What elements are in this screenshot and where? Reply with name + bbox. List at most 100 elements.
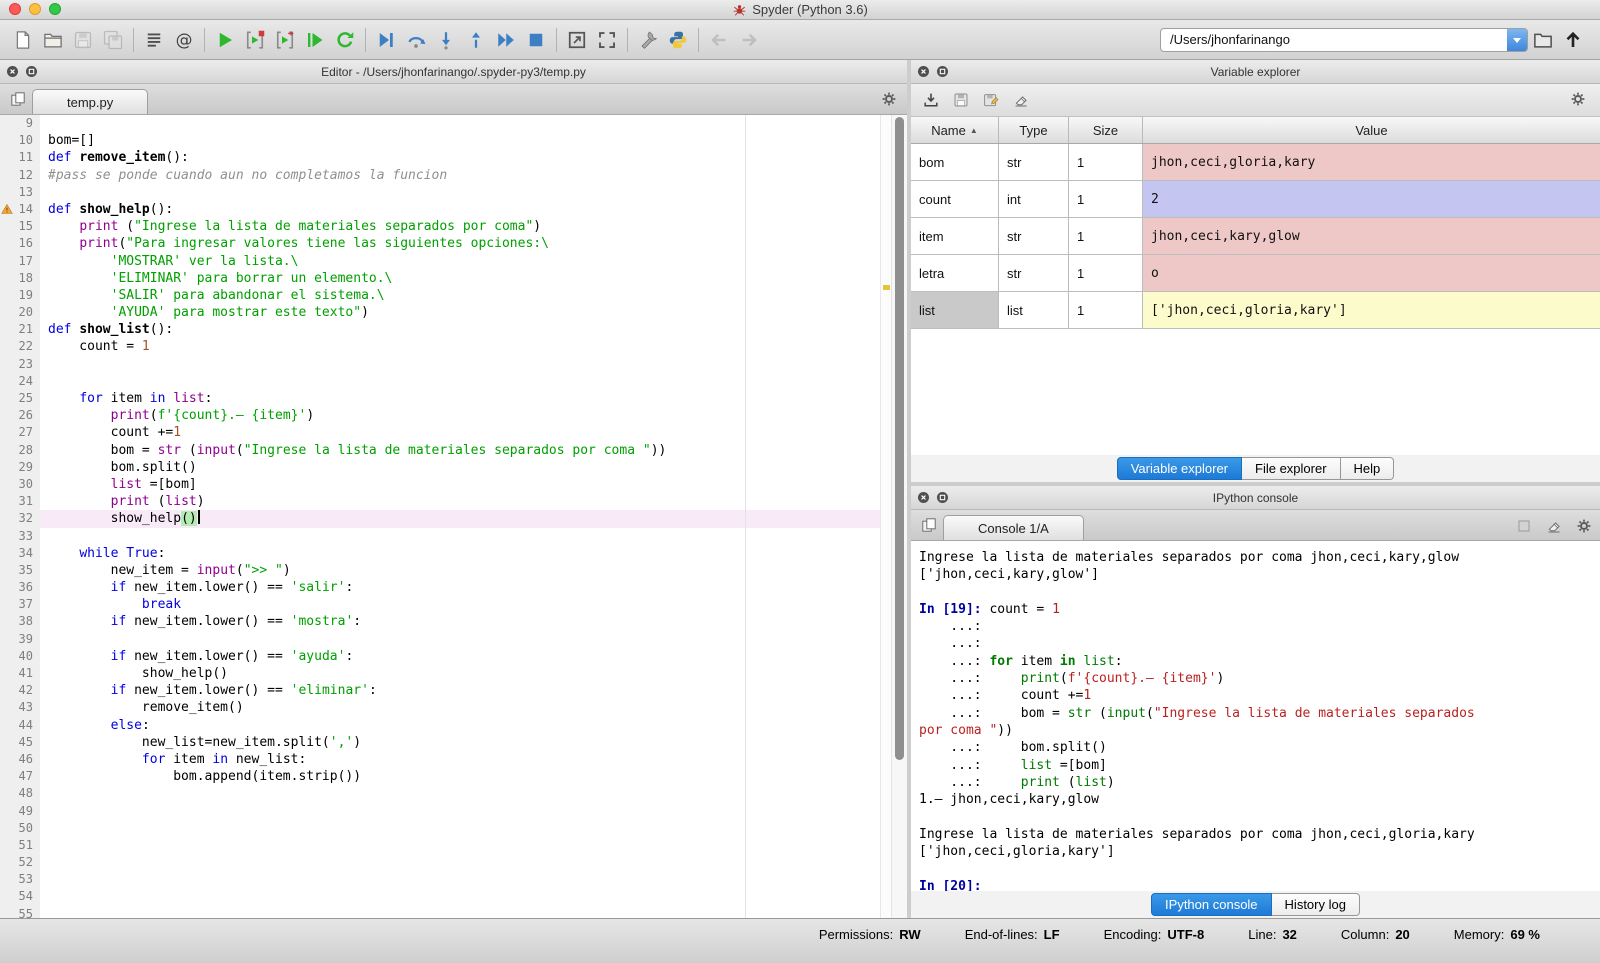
tab-temp-py[interactable]: temp.py <box>32 89 149 114</box>
variable-size-cell[interactable]: 1 <box>1069 218 1143 254</box>
file-switcher-button[interactable] <box>139 25 169 55</box>
variable-size-cell[interactable]: 1 <box>1069 181 1143 217</box>
code-line[interactable]: 33 <box>0 528 907 545</box>
debug-stop-button[interactable] <box>521 25 551 55</box>
column-header-name[interactable]: Name ▲ <box>911 117 999 143</box>
code-line[interactable]: 31 print (list) <box>0 493 907 510</box>
variable-size-cell[interactable]: 1 <box>1069 255 1143 291</box>
code-line[interactable]: 14 def show_help(): <box>0 201 907 218</box>
code-line[interactable]: 50 <box>0 820 907 837</box>
pythonpath-button[interactable] <box>663 25 693 55</box>
variable-name-cell[interactable]: count <box>911 181 999 217</box>
variable-value-cell[interactable]: jhon,ceci,gloria,kary <box>1143 144 1600 180</box>
variable-explorer-options-button[interactable] <box>1566 87 1590 111</box>
editor-options-button[interactable] <box>877 87 901 111</box>
variable-row[interactable]: bom str 1 jhon,ceci,gloria,kary <box>911 144 1600 181</box>
code-line[interactable]: 54 <box>0 888 907 905</box>
code-line[interactable]: 25 for item in list: <box>0 390 907 407</box>
variable-type-cell[interactable]: str <box>999 218 1069 254</box>
code-line[interactable]: 47 bom.append(item.strip()) <box>0 768 907 785</box>
console-options-button[interactable] <box>1572 514 1596 538</box>
variable-size-cell[interactable]: 1 <box>1069 144 1143 180</box>
code-line[interactable]: 35 new_item = input(">> ") <box>0 562 907 579</box>
parent-directory-button[interactable] <box>1558 25 1588 55</box>
zoom-window-button[interactable] <box>49 3 61 15</box>
variable-name-cell[interactable]: bom <box>911 144 999 180</box>
step-into-button[interactable] <box>431 25 461 55</box>
editor-scrollbar[interactable] <box>891 115 907 918</box>
code-line[interactable]: 51 <box>0 837 907 854</box>
variable-type-cell[interactable]: str <box>999 255 1069 291</box>
code-line[interactable]: 43 remove_item() <box>0 699 907 716</box>
run-cell-advance-button[interactable] <box>270 25 300 55</box>
preferences-button[interactable] <box>633 25 663 55</box>
fullscreen-button[interactable] <box>592 25 622 55</box>
code-line[interactable]: 52 <box>0 854 907 871</box>
code-line[interactable]: 34 while True: <box>0 545 907 562</box>
close-pane-button[interactable] <box>6 65 19 78</box>
chevron-down-icon[interactable] <box>1507 28 1527 51</box>
variable-type-cell[interactable]: int <box>999 181 1069 217</box>
code-line[interactable]: 10 bom=[] <box>0 132 907 149</box>
step-over-button[interactable] <box>401 25 431 55</box>
undock-pane-button[interactable] <box>936 491 949 504</box>
code-line[interactable]: 37 break <box>0 596 907 613</box>
code-line[interactable]: 42 if new_item.lower() == 'eliminar': <box>0 682 907 699</box>
close-pane-button[interactable] <box>917 491 930 504</box>
code-line[interactable]: 49 <box>0 803 907 820</box>
variable-row[interactable]: item str 1 jhon,ceci,kary,glow <box>911 218 1600 255</box>
debug-continue-button[interactable] <box>491 25 521 55</box>
run-button[interactable] <box>210 25 240 55</box>
code-line[interactable]: 21 def show_list(): <box>0 321 907 338</box>
clear-console-button[interactable] <box>1542 514 1566 538</box>
symbol-finder-button[interactable]: @ <box>169 25 199 55</box>
code-line[interactable]: 15 print ("Ingrese la lista de materiale… <box>0 218 907 235</box>
debug-button[interactable] <box>371 25 401 55</box>
undock-pane-button[interactable] <box>25 65 38 78</box>
variable-value-cell[interactable]: ['jhon,ceci,gloria,kary'] <box>1143 292 1600 328</box>
code-line[interactable]: 48 <box>0 785 907 802</box>
run-selection-button[interactable] <box>300 25 330 55</box>
code-line[interactable]: 27 count +=1 <box>0 424 907 441</box>
minimize-window-button[interactable] <box>29 3 41 15</box>
save-all-button[interactable] <box>98 25 128 55</box>
code-line[interactable]: 36 if new_item.lower() == 'salir': <box>0 579 907 596</box>
rerun-cell-button[interactable] <box>330 25 360 55</box>
code-line[interactable]: 22 count = 1 <box>0 338 907 355</box>
code-line[interactable]: 12 #pass se ponde cuando aun no completam… <box>0 167 907 184</box>
step-out-button[interactable] <box>461 25 491 55</box>
variable-value-cell[interactable]: o <box>1143 255 1600 291</box>
tab-console-1a[interactable]: Console 1/A <box>943 515 1084 540</box>
save-button[interactable] <box>68 25 98 55</box>
code-line[interactable]: 20 'AYUDA' para mostrar este texto") <box>0 304 907 321</box>
code-line[interactable]: 46 for item in new_list: <box>0 751 907 768</box>
code-line[interactable]: 16 print("Para ingresar valores tiene la… <box>0 235 907 252</box>
scrollbar-thumb[interactable] <box>895 117 904 760</box>
variable-name-cell[interactable]: letra <box>911 255 999 291</box>
tab-history-log[interactable]: History log <box>1271 893 1360 916</box>
code-editor[interactable]: 9 10 bom=[] 11 def remove_item(): 12 #pass se … <box>0 115 907 918</box>
code-line[interactable]: 18 'ELIMINAR' para borrar un elemento.\ <box>0 270 907 287</box>
reset-namespace-button[interactable] <box>1009 88 1033 112</box>
variable-name-cell[interactable]: list <box>911 292 999 328</box>
variable-row[interactable]: count int 1 2 <box>911 181 1600 218</box>
variable-type-cell[interactable]: str <box>999 144 1069 180</box>
column-header-size[interactable]: Size <box>1069 117 1143 143</box>
code-line[interactable]: 9 <box>0 115 907 132</box>
run-cell-button[interactable] <box>240 25 270 55</box>
inspect-button[interactable] <box>1512 514 1536 538</box>
code-line[interactable]: 17 'MOSTRAR' ver la lista.\ <box>0 253 907 270</box>
variable-type-cell[interactable]: list <box>999 292 1069 328</box>
save-data-button[interactable] <box>949 88 973 112</box>
tab-variable-explorer[interactable]: Variable explorer <box>1116 457 1243 480</box>
code-line[interactable]: 24 <box>0 373 907 390</box>
maximize-pane-button[interactable] <box>562 25 592 55</box>
back-button[interactable] <box>704 25 734 55</box>
variable-size-cell[interactable]: 1 <box>1069 292 1143 328</box>
code-line[interactable]: 28 bom = str (input("Ingrese la lista de… <box>0 442 907 459</box>
code-line[interactable]: 44 else: <box>0 717 907 734</box>
variable-name-cell[interactable]: item <box>911 218 999 254</box>
code-line[interactable]: 29 bom.split() <box>0 459 907 476</box>
code-line[interactable]: 19 'SALIR' para abandonar el sistema.\ <box>0 287 907 304</box>
code-line[interactable]: 26 print(f'{count}.– {item}') <box>0 407 907 424</box>
